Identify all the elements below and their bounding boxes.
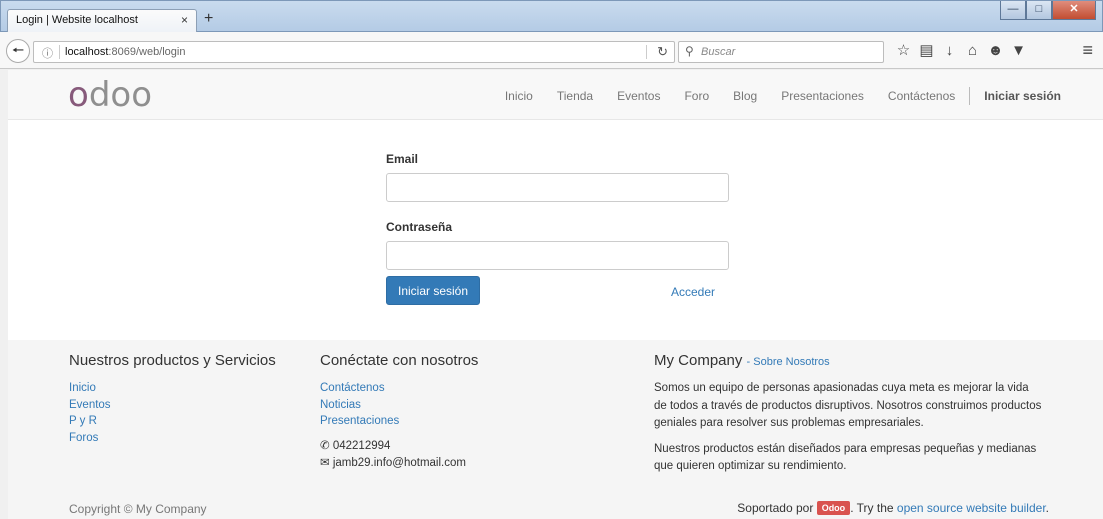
url-bar[interactable]: ⓘ localhost:8069/web/login ↻ — [33, 41, 675, 63]
powered-mid: . Try the — [850, 501, 894, 515]
maximize-icon[interactable]: □ — [1026, 1, 1052, 20]
logo-first-letter: o — [68, 75, 89, 115]
site-nav: Inicio Tienda Eventos Foro Blog Presenta… — [481, 87, 1061, 105]
envelope-icon: ✉ — [320, 456, 333, 469]
nav-tienda[interactable]: Tienda — [557, 89, 593, 103]
url-text[interactable]: localhost:8069/web/login — [65, 46, 185, 58]
powered-end: . — [1045, 501, 1049, 515]
acceder-link[interactable]: Acceder — [671, 285, 715, 299]
new-tab-button[interactable]: + — [204, 10, 213, 28]
website-builder-link[interactable]: open source website builder — [897, 501, 1046, 515]
hamburger-menu-icon[interactable]: ≡ — [1082, 40, 1093, 61]
url-host: localhost — [65, 46, 109, 58]
email-line: ✉ jamb29.info@hotmail.com — [320, 455, 478, 472]
footer-link-foros[interactable]: Foros — [69, 430, 276, 447]
logo-rest: doo — [88, 75, 152, 115]
login-submit-button[interactable]: Iniciar sesión — [386, 276, 480, 305]
email-field[interactable] — [386, 173, 729, 202]
web-page: odoo Inicio Tienda Eventos Foro Blog Pre… — [8, 70, 1103, 519]
browser-tab[interactable]: Login | Website localhost × — [7, 9, 197, 33]
browser-title-bar: Login | Website localhost × + — □ ✕ — [0, 0, 1103, 33]
footer-products-title: Nuestros productos y Servicios — [69, 352, 276, 369]
footer-company-column: My Company - Sobre Nosotros Somos un equ… — [654, 352, 1044, 476]
back-arrow-icon[interactable]: 🠔 — [6, 39, 30, 63]
reload-separator — [646, 45, 647, 59]
footer-connect-title: Conéctate con nosotros — [320, 352, 479, 369]
download-icon[interactable]: ↓ — [938, 42, 961, 60]
footer-link-presentaciones[interactable]: Presentaciones — [320, 413, 478, 430]
footer-link-inicio[interactable]: Inicio — [69, 380, 276, 397]
nav-presentaciones[interactable]: Presentaciones — [781, 89, 864, 103]
odoo-badge[interactable]: Odoo — [816, 501, 851, 515]
url-path: :8069/web/login — [108, 46, 186, 58]
phone-icon: ✆ — [320, 439, 333, 452]
nav-foro[interactable]: Foro — [684, 89, 709, 103]
window-controls: — □ ✕ — [1000, 1, 1096, 21]
company-description: Somos un equipo de personas apasionadas … — [654, 382, 1042, 429]
search-icon: ⚲ — [685, 44, 694, 58]
home-icon[interactable]: ⌂ — [961, 42, 984, 60]
browser-toolbar: ☆ ▤ ↓ ⌂ ☻ ▼ — [892, 42, 1030, 60]
nav-blog[interactable]: Blog — [733, 89, 757, 103]
password-field[interactable] — [386, 241, 729, 270]
nav-contactenos[interactable]: Contáctenos — [888, 89, 955, 103]
footer-link-pyr[interactable]: P y R — [69, 413, 276, 430]
info-icon[interactable]: ⓘ — [42, 45, 53, 61]
reading-list-icon[interactable]: ▤ — [915, 42, 938, 60]
site-footer: Nuestros productos y Servicios Inicio Ev… — [8, 340, 1103, 519]
about-link[interactable]: - Sobre Nosotros — [747, 356, 830, 368]
reload-icon[interactable]: ↻ — [657, 44, 668, 60]
phone-line: ✆ 042212994 — [320, 438, 478, 455]
close-window-icon[interactable]: ✕ — [1052, 1, 1096, 20]
powered-prefix: Soportado por — [737, 501, 814, 515]
browser-nav-bar: 🠔 ⓘ localhost:8069/web/login ↻ ⚲ Buscar … — [0, 32, 1103, 69]
footer-link-noticias[interactable]: Noticias — [320, 397, 478, 414]
bookmark-star-icon[interactable]: ☆ — [892, 42, 915, 60]
footer-link-contactenos[interactable]: Contáctenos — [320, 380, 478, 397]
company-products-description: Nuestros productos están diseñados para … — [654, 442, 1037, 473]
nav-eventos[interactable]: Eventos — [617, 89, 660, 103]
footer-connect-column: Conéctate con nosotros Contáctenos Notic… — [320, 352, 478, 472]
footer-link-eventos[interactable]: Eventos — [69, 397, 276, 414]
contact-info: ✆ 042212994 ✉ jamb29.info@hotmail.com — [320, 438, 478, 472]
nav-signin[interactable]: Iniciar sesión — [984, 89, 1061, 103]
contact-email: jamb29.info@hotmail.com — [332, 456, 466, 469]
tab-close-icon[interactable]: × — [181, 13, 188, 27]
copyright: Copyright © My Company — [69, 502, 207, 516]
powered-by: Soportado por Odoo. Try the open source … — [737, 501, 1049, 515]
url-separator — [59, 45, 60, 59]
company-name: My Company — [654, 352, 743, 369]
pocket-icon[interactable]: ▼ — [1007, 42, 1030, 60]
nav-divider — [969, 87, 971, 105]
search-bar[interactable]: ⚲ Buscar — [678, 41, 884, 63]
password-label: Contraseña — [386, 220, 453, 234]
search-placeholder: Buscar — [701, 46, 736, 58]
chat-icon[interactable]: ☻ — [984, 42, 1007, 60]
odoo-logo[interactable]: odoo — [68, 75, 152, 115]
login-form: Email Contraseña Iniciar sesión Acceder — [386, 152, 729, 305]
nav-inicio[interactable]: Inicio — [505, 89, 533, 103]
email-label: Email — [386, 152, 419, 166]
footer-products-column: Nuestros productos y Servicios Inicio Ev… — [69, 352, 276, 446]
site-header: odoo Inicio Tienda Eventos Foro Blog Pre… — [8, 70, 1103, 120]
footer-company-title: My Company - Sobre Nosotros — [654, 352, 1044, 369]
tab-title: Login | Website localhost — [16, 14, 138, 26]
minimize-icon[interactable]: — — [1000, 1, 1026, 20]
phone-number: 042212994 — [332, 439, 391, 452]
